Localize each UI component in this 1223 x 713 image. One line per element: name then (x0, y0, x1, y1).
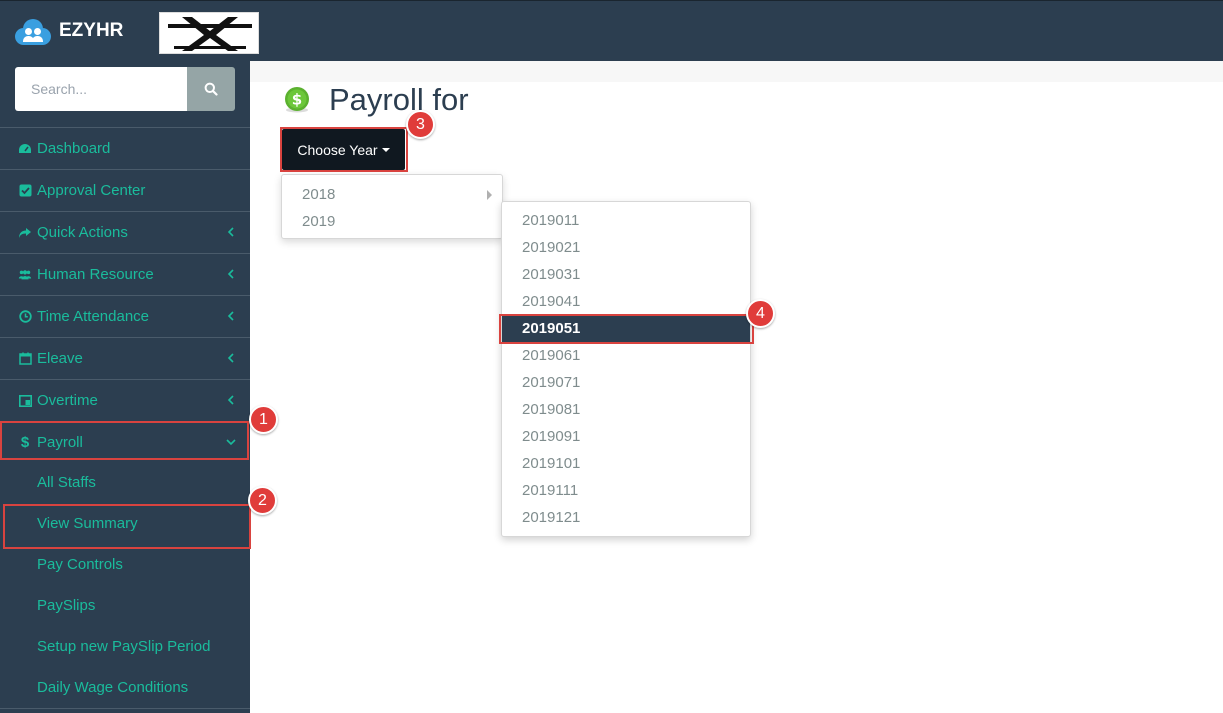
sidebar-item-label: Approval Center (37, 182, 146, 199)
sidebar-item-eleave[interactable]: Eleave (0, 337, 250, 379)
year-label: 2019 (302, 213, 336, 230)
page-title-row: $ Payroll for (283, 82, 469, 118)
sidebar-menu: Dashboard Approval Center Quick Actions … (0, 127, 250, 711)
sidebar-item-label: Eleave (37, 350, 83, 367)
chevron-left-icon (227, 311, 234, 321)
step-badge-4: 4 (746, 299, 775, 328)
step-badge-2: 2 (248, 486, 277, 515)
submenu-item-daily-wage-conditions[interactable]: Daily Wage Conditions (0, 667, 250, 708)
page-title: Payroll for (329, 82, 469, 117)
period-option[interactable]: 2019071 (502, 369, 750, 396)
period-dropdown: 2019011 2019021 2019031 2019041 2019051 … (501, 201, 751, 537)
sidebar-item-label: Human Resource (37, 266, 154, 283)
submenu-item-view-summary[interactable]: View Summary (0, 503, 250, 544)
svg-text:$: $ (292, 91, 302, 109)
submenu-item-setup-payslip-period[interactable]: Setup new PaySlip Period (0, 626, 250, 667)
period-option[interactable]: 2019121 (502, 504, 750, 531)
chevron-left-icon (227, 395, 234, 405)
dollar-icon: $ (20, 433, 30, 451)
submenu-item-pay-controls[interactable]: Pay Controls (0, 544, 250, 585)
sidebar-item-label: Overtime (37, 392, 98, 409)
period-option[interactable]: 2019081 (502, 396, 750, 423)
period-option[interactable]: 2019061 (502, 342, 750, 369)
top-bar: EZYHR (0, 0, 1223, 61)
sidebar-item-label: Time Attendance (37, 308, 150, 325)
sidebar-item-time-attendance[interactable]: Time Attendance (0, 295, 250, 337)
dashboard-icon (18, 142, 32, 156)
chevron-down-icon (226, 439, 236, 446)
company-logo (159, 12, 259, 54)
clock-icon (18, 310, 32, 324)
period-option-selected[interactable]: 2019051 (502, 315, 750, 342)
sidebar-item-label: Quick Actions (37, 224, 128, 241)
money-icon: $ (283, 86, 311, 114)
period-option[interactable]: 2019041 (502, 288, 750, 315)
year-dropdown: 2018 2019 (281, 174, 503, 239)
choose-year-button[interactable]: Choose Year (282, 129, 405, 170)
calendar-icon (18, 352, 32, 366)
sidebar-item-approval-center[interactable]: Approval Center (0, 169, 250, 211)
sidebar-item-quick-actions[interactable]: Quick Actions (0, 211, 250, 253)
year-option-2018[interactable]: 2018 (282, 181, 502, 208)
year-option-2019[interactable]: 2019 (282, 208, 502, 235)
users-icon (18, 268, 32, 282)
period-option[interactable]: 2019101 (502, 450, 750, 477)
step-badge-3: 3 (406, 110, 435, 139)
search-input[interactable] (15, 67, 187, 111)
brand[interactable]: EZYHR (15, 17, 123, 45)
submenu-item-all-staffs[interactable]: All Staffs (0, 462, 250, 503)
overtime-icon (18, 394, 32, 408)
period-option[interactable]: 2019031 (502, 261, 750, 288)
chevron-left-icon (227, 227, 234, 237)
year-label: 2018 (302, 186, 336, 203)
monsta-x-logo (160, 13, 258, 53)
brand-name: EZYHR (59, 20, 124, 41)
sidebar-item-overtime[interactable]: Overtime (0, 379, 250, 421)
search-icon (204, 82, 218, 96)
period-option[interactable]: 2019021 (502, 234, 750, 261)
sidebar-search (15, 67, 235, 111)
cloud-users-icon (15, 17, 51, 45)
sidebar-item-human-resource[interactable]: Human Resource (0, 253, 250, 295)
content-header-strip (250, 61, 1223, 82)
choose-year-label: Choose Year (297, 141, 378, 158)
share-arrow-icon (18, 226, 32, 240)
period-option[interactable]: 2019111 (502, 477, 750, 504)
sidebar-item-label: Payroll (37, 433, 83, 451)
sidebar: Dashboard Approval Center Quick Actions … (0, 61, 250, 713)
sidebar-item-payroll[interactable]: $ Payroll (0, 421, 250, 462)
chevron-left-icon (227, 269, 234, 279)
payroll-submenu: All Staffs View Summary Pay Controls Pay… (0, 462, 250, 708)
sidebar-divider (0, 708, 250, 711)
sidebar-item-label: Dashboard (37, 140, 111, 157)
submenu-item-payslips[interactable]: PaySlips (0, 585, 250, 626)
check-square-icon (18, 184, 32, 198)
chevron-left-icon (227, 353, 234, 363)
sidebar-item-dashboard[interactable]: Dashboard (0, 127, 250, 169)
period-option[interactable]: 2019091 (502, 423, 750, 450)
search-button[interactable] (187, 67, 235, 111)
caret-down-icon (381, 147, 390, 152)
step-badge-1: 1 (249, 405, 278, 434)
caret-right-icon (487, 190, 492, 200)
period-option[interactable]: 2019011 (502, 207, 750, 234)
